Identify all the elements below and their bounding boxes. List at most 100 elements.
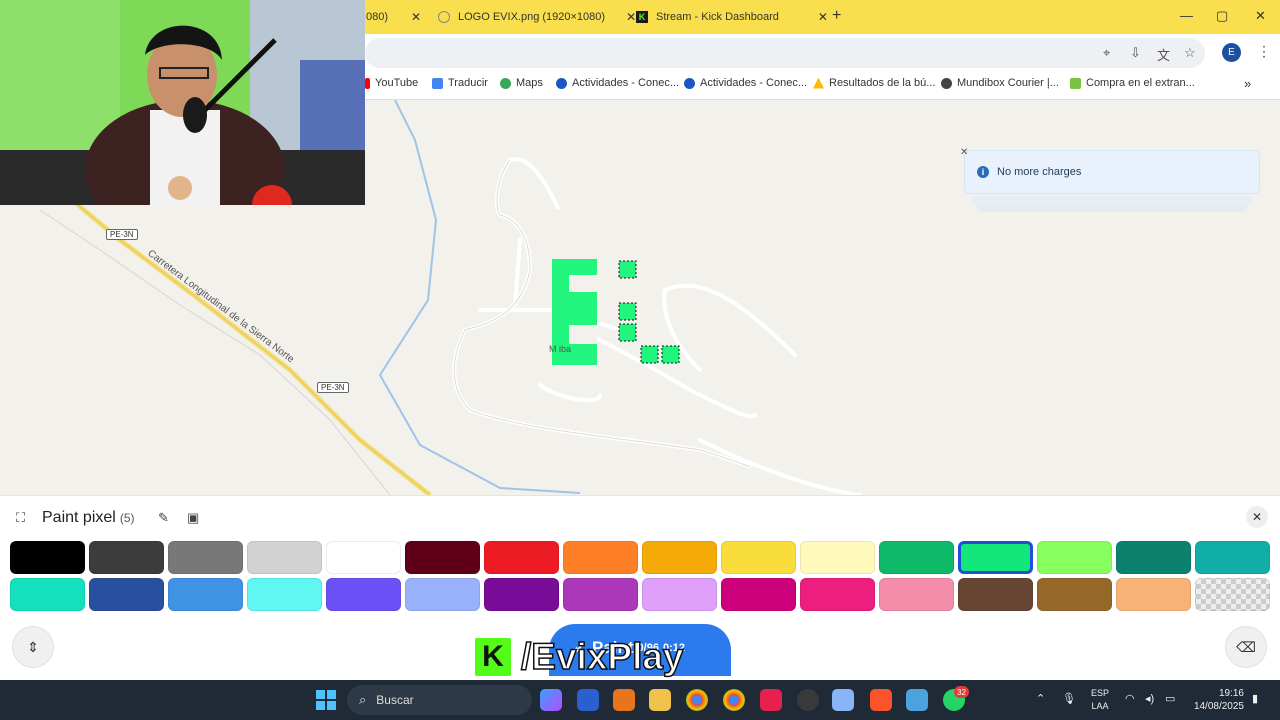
translate-icon[interactable]: 文 bbox=[1157, 45, 1170, 64]
close-tab-icon[interactable]: ✕ bbox=[626, 10, 636, 24]
bookmark-youtube[interactable]: YouTube bbox=[365, 77, 418, 89]
color-swatch[interactable] bbox=[89, 578, 164, 611]
color-swatch[interactable] bbox=[326, 578, 401, 611]
color-swatch[interactable] bbox=[1195, 541, 1270, 574]
taskbar-search[interactable]: ⌕ Buscar bbox=[347, 685, 532, 715]
pencil-icon[interactable]: ✎ bbox=[158, 510, 169, 526]
toast-stack-shadow bbox=[976, 204, 1248, 212]
whatsapp-badge: 32 bbox=[954, 686, 969, 698]
bookmark-actividades-2[interactable]: Actividades - Conec... bbox=[684, 77, 807, 89]
collapse-toggle-button[interactable]: ⇕ bbox=[12, 626, 54, 668]
color-swatch[interactable] bbox=[326, 541, 401, 574]
tab-title: Stream - Kick Dashboard bbox=[656, 11, 779, 23]
new-tab-button[interactable]: + bbox=[832, 7, 841, 25]
bookmark-label: Mundibox Courier |... bbox=[957, 77, 1059, 89]
bookmark-label: Maps bbox=[516, 77, 543, 89]
panel-close-button[interactable]: ✕ bbox=[1246, 506, 1268, 528]
toast-close-icon[interactable]: ✕ bbox=[960, 147, 968, 158]
window-close-button[interactable]: ✕ bbox=[1255, 8, 1266, 24]
bookmark-actividades-1[interactable]: Actividades - Conec... bbox=[556, 77, 679, 89]
menu-kebab-icon[interactable]: ⋮ bbox=[1257, 43, 1271, 60]
app-icon[interactable] bbox=[832, 689, 854, 711]
bookmark-mundibox[interactable]: Mundibox Courier |... bbox=[941, 77, 1059, 89]
color-swatch[interactable] bbox=[721, 578, 796, 611]
color-swatch[interactable] bbox=[10, 578, 85, 611]
paint-panel: ⛶ Paint pixel (5) ✎ ▣ ✕ ⇕ ⌫ ✓ Paint 0/96 … bbox=[0, 495, 1280, 680]
color-swatch[interactable] bbox=[958, 578, 1033, 611]
file-explorer-icon[interactable] bbox=[649, 689, 671, 711]
tab-kick-dashboard[interactable]: K Stream - Kick Dashboard ✕ bbox=[636, 6, 828, 28]
color-swatch[interactable] bbox=[642, 541, 717, 574]
color-swatch[interactable] bbox=[879, 578, 954, 611]
color-swatch[interactable] bbox=[1037, 578, 1112, 611]
eraser-button[interactable]: ⌫ bbox=[1225, 626, 1267, 668]
app-icon[interactable] bbox=[577, 689, 599, 711]
color-swatch[interactable] bbox=[721, 541, 796, 574]
obs-icon[interactable] bbox=[797, 689, 819, 711]
search-icon: ⌕ bbox=[359, 692, 367, 707]
omnibox[interactable] bbox=[365, 38, 1205, 68]
copilot-icon[interactable] bbox=[540, 689, 562, 711]
color-swatch[interactable] bbox=[1116, 578, 1191, 611]
color-swatch[interactable] bbox=[89, 541, 164, 574]
notification-icon[interactable]: ▮ bbox=[1252, 692, 1258, 705]
webcam-overlay bbox=[0, 0, 365, 205]
color-swatch[interactable] bbox=[879, 541, 954, 574]
microphone-icon[interactable]: 🎙 bbox=[1062, 692, 1076, 705]
color-swatch[interactable] bbox=[168, 578, 243, 611]
language-indicator[interactable]: ESP LAA bbox=[1091, 687, 1109, 713]
profile-avatar[interactable]: E bbox=[1222, 43, 1241, 62]
minimize-button[interactable]: — bbox=[1180, 8, 1193, 23]
color-swatch[interactable] bbox=[1116, 541, 1191, 574]
search-app-icon[interactable] bbox=[613, 689, 635, 711]
color-swatch[interactable] bbox=[642, 578, 717, 611]
color-swatch[interactable] bbox=[800, 541, 875, 574]
color-swatch[interactable] bbox=[1037, 541, 1112, 574]
color-swatch[interactable] bbox=[958, 541, 1033, 574]
color-swatch[interactable] bbox=[10, 541, 85, 574]
battery-icon[interactable]: ▭ bbox=[1165, 692, 1175, 705]
bookmark-maps[interactable]: Maps bbox=[500, 77, 543, 89]
wifi-icon[interactable]: ◠ bbox=[1125, 692, 1135, 705]
notepad-icon[interactable] bbox=[906, 689, 928, 711]
bookmark-label: Actividades - Conec... bbox=[572, 77, 679, 89]
color-swatch[interactable] bbox=[484, 541, 559, 574]
close-tab-icon[interactable]: ✕ bbox=[818, 10, 828, 24]
streamer-handle: /EvixPlay bbox=[520, 635, 684, 678]
brave-icon[interactable] bbox=[870, 689, 892, 711]
notification-toast: i No more charges bbox=[964, 150, 1260, 194]
tab-partial[interactable]: 080) ✕ bbox=[366, 6, 421, 28]
expand-icon[interactable]: ⛶ bbox=[16, 510, 25, 526]
location-icon[interactable]: ⌖ bbox=[1103, 45, 1110, 61]
chrome-icon[interactable] bbox=[686, 689, 708, 711]
install-app-icon[interactable]: ⇩ bbox=[1130, 45, 1141, 61]
bookmark-compra[interactable]: Compra en el extran... bbox=[1070, 77, 1195, 89]
info-icon: i bbox=[977, 166, 989, 178]
bookmark-traducir[interactable]: Traducir bbox=[432, 77, 488, 89]
color-swatch[interactable] bbox=[484, 578, 559, 611]
bookmark-resultados[interactable]: Resultados de la bú... bbox=[813, 77, 935, 89]
color-swatch[interactable] bbox=[563, 578, 638, 611]
color-swatch[interactable] bbox=[405, 578, 480, 611]
bookmarks-more-button[interactable]: » bbox=[1244, 76, 1251, 91]
clock-date: 14/08/2025 bbox=[1193, 701, 1244, 712]
color-swatch[interactable] bbox=[405, 541, 480, 574]
tray-expand-icon[interactable]: ⌃ bbox=[1036, 692, 1045, 705]
tab-logo-evix[interactable]: LOGO EVIX.png (1920×1080) ✕ bbox=[438, 6, 636, 28]
color-swatch[interactable] bbox=[563, 541, 638, 574]
bookmark-star-icon[interactable]: ☆ bbox=[1184, 45, 1196, 61]
color-swatch[interactable] bbox=[247, 578, 322, 611]
taskbar-clock[interactable]: 19:16 14/08/2025 bbox=[1188, 687, 1244, 713]
color-swatch-transparent[interactable] bbox=[1195, 578, 1270, 611]
color-swatch[interactable] bbox=[168, 541, 243, 574]
close-tab-icon[interactable]: ✕ bbox=[411, 10, 421, 24]
chrome-profile-icon[interactable] bbox=[723, 689, 745, 711]
maximize-button[interactable]: ▢ bbox=[1216, 8, 1228, 24]
tiktok-studio-icon[interactable] bbox=[760, 689, 782, 711]
toast-message: No more charges bbox=[997, 166, 1082, 178]
windows-start-button[interactable] bbox=[316, 690, 336, 710]
color-swatch[interactable] bbox=[800, 578, 875, 611]
image-icon[interactable]: ▣ bbox=[187, 510, 199, 526]
color-swatch[interactable] bbox=[247, 541, 322, 574]
volume-icon[interactable]: ◂) bbox=[1145, 692, 1154, 705]
